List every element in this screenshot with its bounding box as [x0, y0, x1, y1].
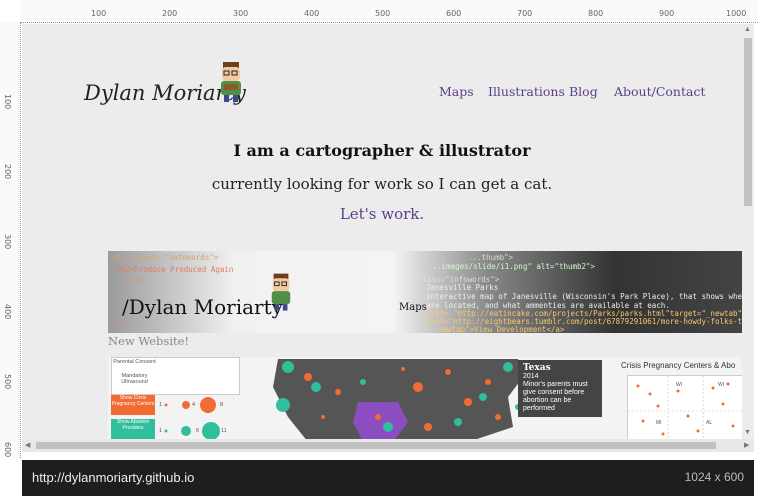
vertical-scrollbar[interactable]: ▲ ▼	[742, 24, 754, 439]
slide-website-preview[interactable]: <div class= "infowords"> <h2>Produce Pro…	[108, 251, 742, 333]
ruler-tick: 800	[588, 9, 604, 18]
status-url: http://dylanmoriarty.github.io	[32, 470, 195, 485]
code-line: newtab">View Development</a>	[438, 325, 565, 333]
ruler-tick: 400	[304, 9, 320, 18]
page-viewport: Dylan Moriarty Maps Illustrations Blog A…	[22, 24, 742, 439]
nav-link-blog[interactable]: Blog	[569, 84, 598, 99]
scale-label: 4	[192, 402, 196, 408]
code-line: Janesville Parks	[426, 283, 499, 292]
scroll-left-icon[interactable]: ◀	[25, 441, 30, 449]
ruler-top: 100 200 300 400 500 600 700 800 900 1000	[20, 0, 758, 23]
show-providers-button[interactable]: Show Abortion Providers	[111, 419, 155, 439]
hero-subline: currently looking for work so I can get …	[211, 175, 553, 193]
ruler-tick: 200	[3, 164, 12, 180]
hero-headline: I am a cartographer & illustrator	[233, 141, 531, 160]
state-description: Minor's parents must give consent before…	[523, 381, 588, 412]
show-cpc-button[interactable]: Show Crisis Pregnancy Centers	[111, 395, 155, 415]
avatar-illustration	[221, 62, 241, 102]
code-line: ...thumb">	[468, 253, 514, 262]
ruler-tick: 200	[162, 9, 178, 18]
scale-label: 6	[196, 428, 200, 434]
ruler-tick: 300	[233, 9, 249, 18]
code-line: <div class= "infowords">	[110, 253, 219, 262]
ruler-tick: 100	[3, 94, 12, 110]
scale-label: 8	[220, 402, 224, 408]
cpc-state-label: WI	[676, 382, 682, 388]
avatar-illustration	[271, 273, 291, 311]
slide-maps-label: Maps	[399, 302, 427, 313]
legend-panel: Parental Consent Mandatory Ultrasound	[111, 357, 240, 395]
size-legend	[164, 397, 220, 439]
ruler-tick: 100	[91, 9, 107, 18]
state-year: 2014	[523, 373, 539, 380]
scroll-up-icon[interactable]: ▲	[744, 26, 751, 33]
slide-map-preview[interactable]: Parental Consent Mandatory Ultrasound Sh…	[108, 357, 742, 439]
cpc-map-title: Crisis Pregnancy Centers & Abo	[621, 361, 736, 370]
state-info-panel: Texas 2014 Minor's parents must give con…	[518, 360, 602, 417]
slide-caption: New Website!	[108, 334, 190, 348]
legend-item: Parental Consent	[113, 359, 156, 365]
ruler-tick: 700	[517, 9, 533, 18]
ruler-tick: 900	[659, 9, 675, 18]
scale-label: 1	[159, 402, 163, 408]
slide-title: /Dylan Moriarty	[122, 295, 283, 319]
ruler-tick: 500	[375, 9, 391, 18]
viewport-dimensions: 1024 x 600	[684, 470, 744, 484]
nav-link-maps[interactable]: Maps	[439, 84, 474, 99]
ruler-tick: 300	[3, 234, 12, 250]
vertical-scroll-thumb[interactable]	[744, 38, 752, 206]
cpc-state-label: AL	[706, 420, 712, 426]
cpc-detail-map: WI WI MI AL	[627, 375, 742, 439]
ruler-tick: 400	[3, 304, 12, 320]
scroll-down-icon[interactable]: ▼	[744, 429, 751, 436]
cpc-dots: WI WI MI AL	[628, 376, 742, 439]
legend-item: Mandatory Ultrasound	[121, 373, 148, 385]
scroll-right-icon[interactable]: ▶	[744, 441, 749, 449]
code-line: interactive map of Janesville (Wisconsin…	[426, 292, 742, 301]
scale-label: 11	[221, 428, 227, 434]
ruler-tick: 600	[446, 9, 462, 18]
horizontal-scroll-thumb[interactable]	[36, 442, 716, 449]
code-line: <h2>Produce Produced Again	[116, 265, 234, 274]
code-line: <p>Ab...	[122, 277, 159, 286]
scale-label: 1	[159, 428, 163, 434]
ruler-tick: 1000	[726, 9, 747, 18]
state-title: Texas	[523, 363, 551, 373]
status-bar: http://dylanmoriarty.github.io 1024 x 60…	[22, 460, 754, 496]
cpc-state-label: WI	[718, 382, 724, 388]
ruler-tick: 500	[3, 374, 12, 390]
nav-link-illustrations[interactable]: Illustrations	[488, 84, 565, 99]
ruler-tick: 600	[3, 442, 12, 458]
cpc-state-label: MI	[656, 420, 662, 426]
horizontal-scrollbar[interactable]: ◀ ▶	[22, 439, 754, 452]
nav-link-about-contact[interactable]: About/Contact	[614, 84, 705, 99]
code-line: ...images/slide/i1.png" alt="thumb2">	[428, 262, 596, 271]
us-map	[273, 359, 523, 439]
cta-link[interactable]: Let's work.	[22, 205, 742, 223]
ruler-left: 100 200 300 400 500 600	[0, 22, 21, 458]
